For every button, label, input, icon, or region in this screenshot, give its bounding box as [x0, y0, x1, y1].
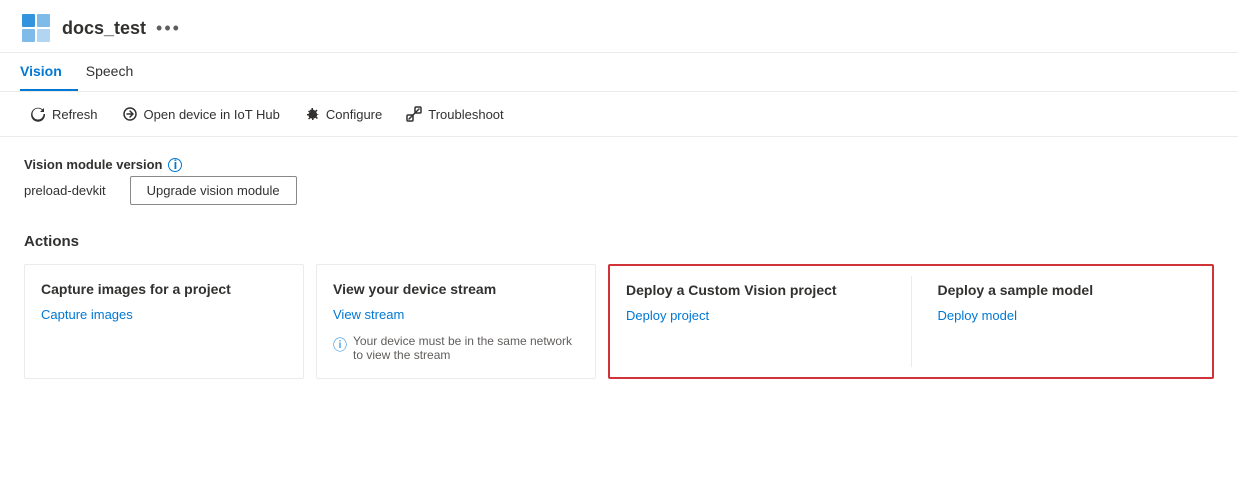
- open-device-label: Open device in IoT Hub: [144, 107, 280, 122]
- highlighted-cards-group: Deploy a Custom Vision project Deploy pr…: [608, 264, 1214, 379]
- configure-button[interactable]: Configure: [294, 100, 392, 128]
- configure-label: Configure: [326, 107, 382, 122]
- view-stream-note: ⓘ Your device must be in the same networ…: [333, 334, 579, 362]
- configure-icon: [304, 106, 320, 122]
- app-icon: [20, 12, 52, 44]
- module-label: Vision module version i: [24, 157, 1214, 172]
- view-stream-card-title: View your device stream: [333, 281, 579, 297]
- deploy-custom-vision-title: Deploy a Custom Vision project: [626, 282, 885, 298]
- view-stream-link[interactable]: View stream: [333, 307, 579, 322]
- app-more-button[interactable]: •••: [156, 18, 181, 39]
- note-info-icon: ⓘ: [333, 335, 347, 355]
- refresh-icon: [30, 106, 46, 122]
- view-stream-card: View your device stream View stream ⓘ Yo…: [316, 264, 596, 379]
- note-text: Your device must be in the same network …: [353, 334, 579, 362]
- actions-grid: Capture images for a project Capture ima…: [24, 264, 1214, 379]
- tab-speech[interactable]: Speech: [86, 53, 149, 91]
- deploy-sample-model-card: Deploy a sample model Deploy model: [924, 268, 1211, 375]
- deploy-model-link[interactable]: Deploy model: [938, 308, 1197, 323]
- deploy-sample-model-title: Deploy a sample model: [938, 282, 1197, 298]
- actions-section: Actions Capture images for a project Cap…: [24, 233, 1214, 379]
- troubleshoot-label: Troubleshoot: [428, 107, 503, 122]
- open-device-icon: [122, 106, 138, 122]
- refresh-label: Refresh: [52, 107, 98, 122]
- app-header: docs_test •••: [0, 0, 1238, 53]
- main-content: Vision module version i preload-devkit U…: [0, 137, 1238, 399]
- capture-images-link[interactable]: Capture images: [41, 307, 287, 322]
- troubleshoot-icon: [406, 106, 422, 122]
- refresh-button[interactable]: Refresh: [20, 100, 108, 128]
- deploy-custom-vision-card: Deploy a Custom Vision project Deploy pr…: [612, 268, 899, 375]
- cards-divider: [911, 276, 912, 367]
- module-row: preload-devkit Upgrade vision module: [24, 176, 1214, 205]
- module-value: preload-devkit: [24, 183, 106, 198]
- upgrade-vision-button[interactable]: Upgrade vision module: [130, 176, 297, 205]
- capture-images-card: Capture images for a project Capture ima…: [24, 264, 304, 379]
- module-section: Vision module version i preload-devkit U…: [24, 157, 1214, 205]
- deploy-project-link[interactable]: Deploy project: [626, 308, 885, 323]
- tabs: Vision Speech: [0, 53, 1238, 92]
- capture-images-card-title: Capture images for a project: [41, 281, 287, 297]
- module-info-icon: i: [168, 158, 182, 172]
- actions-title: Actions: [24, 233, 1214, 250]
- troubleshoot-button[interactable]: Troubleshoot: [396, 100, 513, 128]
- app-title: docs_test: [62, 18, 146, 39]
- tab-vision[interactable]: Vision: [20, 53, 78, 91]
- toolbar: Refresh Open device in IoT Hub Configure: [0, 92, 1238, 137]
- open-device-button[interactable]: Open device in IoT Hub: [112, 100, 290, 128]
